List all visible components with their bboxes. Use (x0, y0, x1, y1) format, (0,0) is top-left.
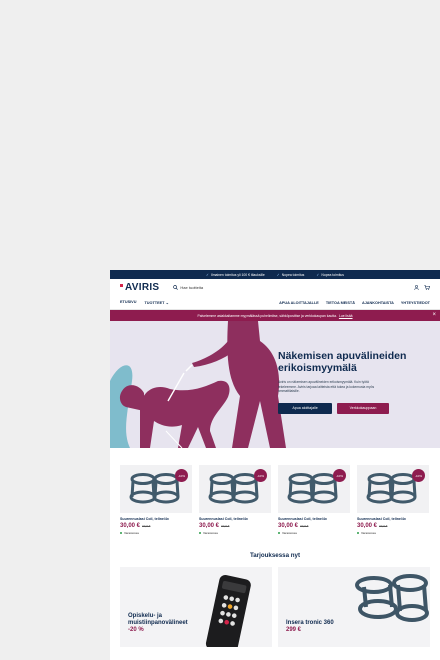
product-image[interactable]: -10% (120, 465, 192, 513)
product-price: 30,00 €33,0 € (199, 523, 271, 529)
nav-item-home[interactable]: ETUSIVU (120, 300, 136, 305)
discount-badge: -10% (254, 469, 267, 482)
offer-label: Opiskelu- ja muistiinpanovälineet -20 % (128, 613, 188, 633)
search-bar[interactable] (173, 285, 414, 290)
beginners-button[interactable]: Apua aloittajalle (278, 402, 332, 414)
logo-mark (120, 283, 123, 287)
remote-control-image (205, 575, 251, 647)
hero-description: Aviris on näkemisen apuvälineiden erikoi… (278, 380, 375, 394)
offers-heading: Tarjouksessa nyt (249, 552, 301, 559)
check-icon: ✓ (276, 272, 280, 277)
product-card[interactable]: -10% Suurennuslasi Coil, teline/4x 30,00 €… (120, 465, 192, 535)
magnifier-stand-image (287, 473, 338, 504)
usp-item: ✓ Ilmainen toimitus yli 100 € tilauksille (205, 272, 265, 277)
discount-badge: -10% (412, 469, 425, 482)
product-card[interactable]: -10% Suurennuslasi Coil, teline/4x 30,00 €… (199, 465, 271, 535)
product-image[interactable]: -10% (199, 465, 271, 513)
magnifier-stand-image (208, 473, 259, 504)
old-price: 33,0 € (142, 524, 151, 528)
product-price: 30,00 €33,0 € (120, 523, 192, 529)
usp-item: ✓ Nopea toimitus (316, 272, 344, 277)
usp-bar: ✓ Ilmainen toimitus yli 100 € tilauksille… (110, 270, 440, 279)
chevron-down-icon: ⌄ (165, 301, 169, 305)
in-stock-dot-icon (278, 532, 280, 534)
stock-status: Varastossa (120, 531, 192, 535)
product-price: 30,00 €33,0 € (278, 523, 350, 529)
stock-status: Varastossa (278, 531, 350, 535)
stock-status: Varastossa (199, 531, 271, 535)
discount-badge: -10% (175, 469, 188, 482)
aviris-logo[interactable]: AVIRIS (120, 282, 159, 293)
search-input[interactable] (180, 285, 271, 290)
current-price: 30,00 € (199, 523, 220, 529)
product-name[interactable]: Suurennuslasi Coil, teline/4x (199, 517, 271, 521)
in-stock-dot-icon (357, 532, 359, 534)
main-nav: ETUSIVU TUOTTEET ⌄ APUA ALOITTAJALLE TIE… (110, 296, 440, 310)
cart-icon[interactable] (424, 285, 430, 290)
nav-item-contact[interactable]: YHTEYSTIEDOT (401, 301, 430, 305)
magnifier-stand-image (366, 473, 417, 504)
product-image[interactable]: -10% (278, 465, 350, 513)
old-price: 33,0 € (300, 524, 309, 528)
notice-link[interactable]: Lue lisää (339, 314, 353, 318)
product-card[interactable]: -10% Suurennuslasi Coil, teline/4x 30,00 €… (278, 465, 350, 535)
user-icon[interactable] (414, 285, 419, 290)
current-price: 30,00 € (278, 523, 299, 529)
nav-item-about[interactable]: TIETOA MEISTÄ (326, 301, 355, 305)
stock-status: Varastossa (357, 531, 429, 535)
product-name[interactable]: Suurennuslasi Coil, teline/4x (278, 517, 350, 521)
check-icon: ✓ (205, 272, 209, 277)
hero-title: Näkemisen apuvälineiden erikoismyymälä (278, 350, 407, 374)
offer-label: Insera tronic 360 299 € (286, 620, 334, 633)
hero-content: Näkemisen apuvälineiden erikoismyymälä A… (278, 350, 428, 414)
product-list: -10% Suurennuslasi Coil, teline/4x 30,00 €… (110, 448, 440, 535)
offers-grid: Opiskelu- ja muistiinpanovälineet -20 % … (110, 559, 440, 647)
hero-banner: Näkemisen apuvälineiden erikoismyymälä A… (110, 321, 440, 448)
notice-banner: Palvelemme asiakkaitamme myymälässä puhe… (110, 310, 440, 321)
nav-item-products[interactable]: TUOTTEET ⌄ (144, 300, 168, 305)
magnifier-image (355, 574, 429, 622)
product-card[interactable]: -10% Suurennuslasi Coil, teline/4x 30,00 €… (357, 465, 429, 535)
in-stock-dot-icon (199, 532, 201, 534)
nav-item-news[interactable]: AJANKOHTAISTA (362, 301, 394, 305)
search-icon[interactable] (173, 285, 179, 290)
browser-page: ✓ Ilmainen toimitus yli 100 € tilauksille… (110, 270, 440, 660)
old-price: 33,0 € (221, 524, 230, 528)
product-name[interactable]: Suurennuslasi Coil, teline/4x (357, 517, 429, 521)
old-price: 33,0 € (379, 524, 388, 528)
current-price: 30,00 € (357, 523, 378, 529)
in-stock-dot-icon (120, 532, 122, 534)
product-name[interactable]: Suurennuslasi Coil, teline/4x (120, 517, 192, 521)
current-price: 30,00 € (120, 523, 141, 529)
close-icon[interactable]: × (432, 312, 436, 318)
product-image[interactable]: -10% (357, 465, 429, 513)
check-icon: ✓ (316, 272, 320, 277)
discount-badge: -10% (333, 469, 346, 482)
nav-item-beginners[interactable]: APUA ALOITTAJALLE (279, 301, 319, 305)
magnifier-stand-image (129, 473, 180, 504)
notice-text: Palvelemme asiakkaitamme myymälässä puhe… (197, 313, 337, 318)
offer-card[interactable]: Opiskelu- ja muistiinpanovälineet -20 % (120, 567, 272, 647)
product-price: 30,00 €33,0 € (357, 523, 429, 529)
usp-item: ✓ Nopea toimitus (276, 272, 305, 277)
site-header: AVIRIS (110, 279, 440, 296)
offer-card[interactable]: Insera tronic 360 299 € (278, 567, 430, 647)
shop-button[interactable]: Verkkokauppaan (337, 402, 389, 414)
